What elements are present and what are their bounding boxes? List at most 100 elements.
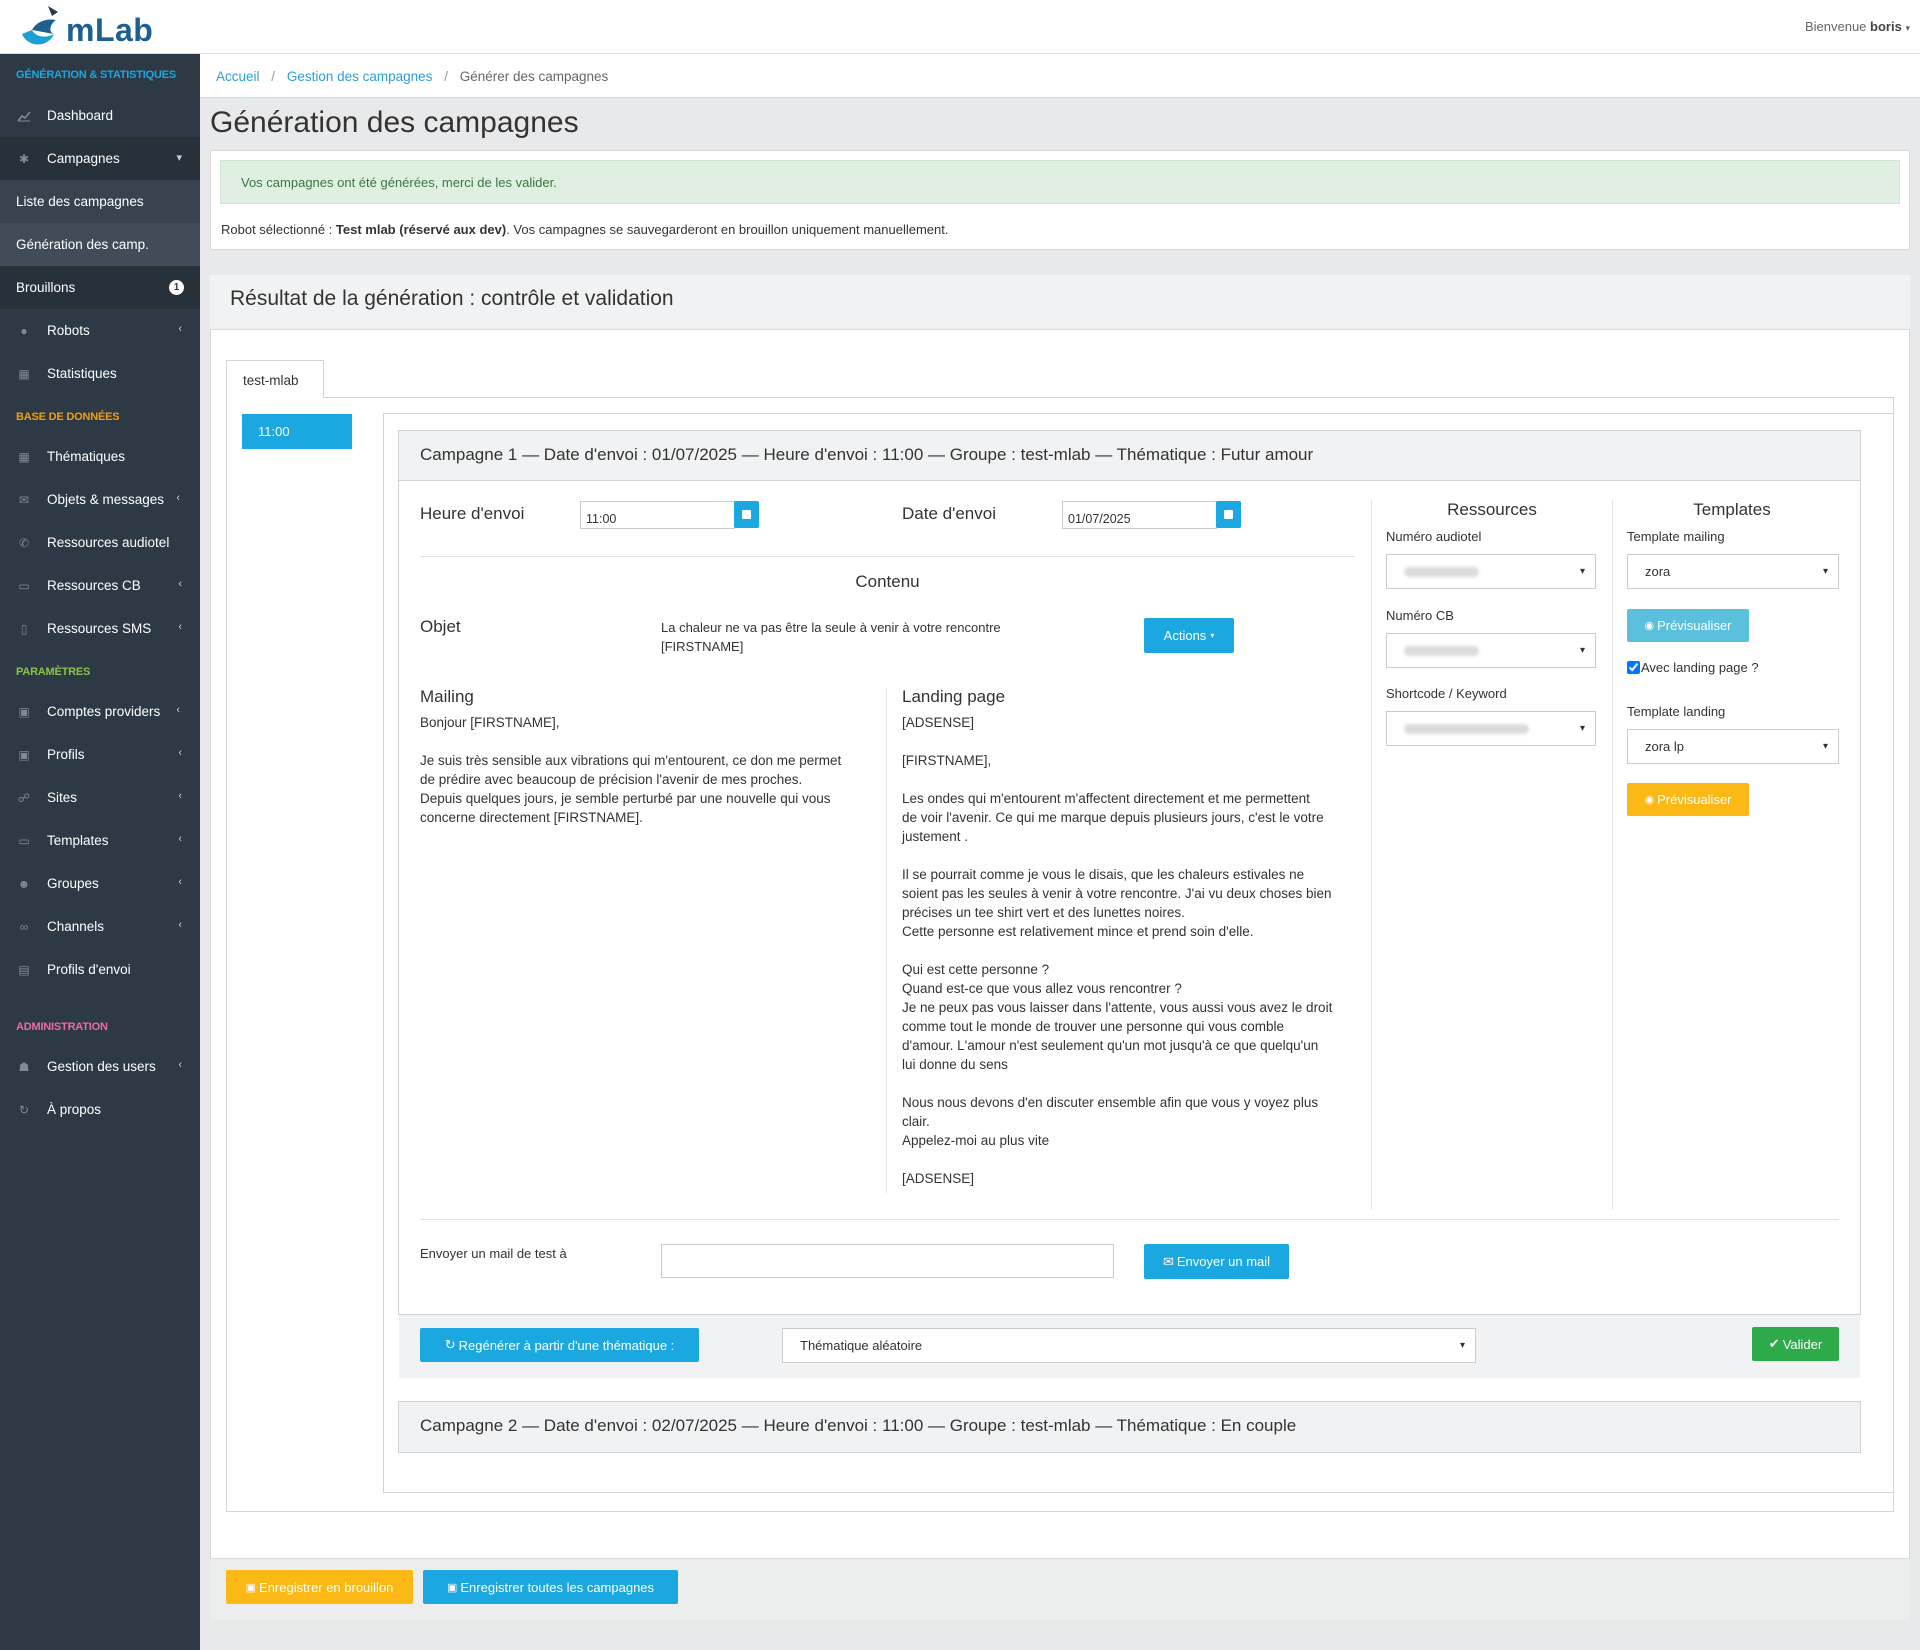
sidebar-item-label: Templates (47, 833, 109, 848)
sidebar-item-dashboard[interactable]: Dashboard (0, 94, 200, 137)
text-line: de prédire avec beaucoup de précision l'… (420, 772, 803, 787)
landing-checkbox[interactable] (1627, 661, 1640, 674)
chevron-left-icon: ‹ (178, 621, 182, 633)
date-envoi-input[interactable] (1062, 501, 1217, 529)
template-landing-label: Template landing (1627, 704, 1726, 719)
sidebar-item-templates[interactable]: ▭ Templates ‹ (0, 819, 200, 862)
robot-name: Test mlab (réservé aux dev) (335, 222, 507, 237)
text-line: clair. (902, 1114, 930, 1129)
sidebar-section-parametres: PARAMÈTRES (16, 666, 91, 678)
ressources-title: Ressources (1447, 500, 1537, 519)
landing-body[interactable]: [ADSENSE] [FIRSTNAME], Les ondes qui m'ent… (902, 713, 1362, 1188)
welcome-text: Bienvenue (1804, 19, 1867, 34)
text-line: Qui est cette personne ? (902, 962, 1050, 977)
campaign-2-header[interactable]: Campagne 2 — Date d'envoi : 02/07/2025 —… (399, 1402, 1860, 1452)
text-line: Quand est-ce que vous allez vous rencont… (902, 981, 1182, 996)
bird-logo-icon (22, 6, 58, 45)
breadcrumb-separator: / (271, 69, 276, 84)
template-landing-value: zora lp (1645, 739, 1685, 754)
objet-line: La chaleur ne va pas être la seule à ven… (661, 620, 1001, 635)
caret-down-icon: ▾ (1210, 631, 1215, 640)
sidebar-item-ressources-cb[interactable]: ▭ Ressources CB ‹ (0, 564, 200, 607)
save-draft-button[interactable]: ▣ Enregistrer en brouillon (226, 1570, 413, 1604)
logo[interactable]: mLab (18, 4, 153, 50)
send-mail-button[interactable]: ✉ Envoyer un mail (1144, 1244, 1289, 1279)
sidebar-item-ressources-audiotel[interactable]: ✆ Ressources audiotel (0, 521, 200, 564)
page-title: Génération des campagnes (210, 106, 579, 139)
breadcrumb-gestion-link[interactable]: Gestion des campagnes (287, 69, 433, 84)
landing-check-label: Avec landing page ? (1641, 660, 1759, 675)
shortcode-select[interactable]: ▾ (1386, 711, 1596, 746)
text-line: concerne directement [FIRSTNAME]. (420, 810, 643, 825)
sidebar-item-liste-campagnes[interactable]: Liste des campagnes (0, 180, 200, 223)
time-slot-1100[interactable]: 11:00 (242, 414, 352, 449)
regenerate-button[interactable]: ↻ Regénérer à partir d'une thématique : (420, 1328, 699, 1362)
text-line (902, 941, 1362, 960)
test-mail-input[interactable] (661, 1244, 1114, 1278)
robot-icon: ● (20, 323, 28, 338)
save-icon: ▣ (245, 1581, 256, 1594)
sidebar-item-label: Channels (47, 919, 105, 934)
sidebar-item-profils-envoi[interactable]: ▤ Profils d'envoi (0, 948, 200, 991)
sidebar-item-brouillons[interactable]: Brouillons 1 (0, 266, 200, 309)
landing-checkbox-row[interactable]: Avec landing page ? (1627, 660, 1759, 675)
breadcrumb-separator: / (444, 69, 448, 84)
preview-mailing-button[interactable]: ◉ Prévisualiser (1627, 609, 1749, 642)
redacted-value (1404, 723, 1529, 734)
sidebar-item-thematiques[interactable]: ▦ Thématiques (0, 435, 200, 478)
sidebar-item-statistiques[interactable]: ▦ Statistiques (0, 352, 200, 395)
template-mailing-select[interactable]: zora ▾ (1627, 554, 1839, 589)
audiotel-select[interactable]: ▾ (1386, 554, 1596, 589)
sidebar-item-campagnes[interactable]: ✱ Campagnes ▾ (0, 137, 200, 180)
sidebar-item-robots[interactable]: ● Robots ‹ (0, 309, 200, 352)
breadcrumb-home-link[interactable]: Accueil (216, 69, 260, 84)
calendar-icon[interactable] (734, 501, 759, 528)
user-menu[interactable]: Bienvenue boris ▾ (1805, 19, 1910, 34)
sidebar-item-label: Robots (47, 323, 90, 338)
text-line (902, 1150, 1362, 1169)
sidebar-item-channels[interactable]: ∞ Channels ‹ (0, 905, 200, 948)
contenu-title: Contenu (855, 572, 920, 591)
sidebar-item-sites[interactable]: ☍ Sites ‹ (0, 776, 200, 819)
sidebar-item-objets-messages[interactable]: ✉ Objets & messages ‹ (0, 478, 200, 521)
text-line (902, 846, 1362, 865)
actions-dropdown-button[interactable]: Actions ▾ (1144, 618, 1234, 653)
validate-label: Valider (1782, 1336, 1823, 1352)
sidebar-item-groupes[interactable]: ☻ Groupes ‹ (0, 862, 200, 905)
templates-title: Templates (1693, 500, 1771, 519)
divider (886, 688, 887, 1193)
sidebar-item-gestion-users[interactable]: ☗ Gestion des users ‹ (0, 1045, 200, 1088)
breadcrumb-current: Générer des campagnes (459, 69, 609, 84)
validate-button[interactable]: ✔ Valider (1752, 1327, 1839, 1361)
sidebar-item-comptes-providers[interactable]: ▣ Comptes providers ‹ (0, 690, 200, 733)
tab-test-mlab[interactable]: test-mlab (226, 360, 324, 398)
cb-select[interactable]: ▾ (1386, 633, 1596, 668)
refresh-icon: ↻ (18, 1102, 30, 1117)
sidebar-item-a-propos[interactable]: ↻ À propos (0, 1088, 200, 1131)
regen-label: Regénérer à partir d'une thématique : (458, 1337, 675, 1353)
sidebar-item-label: Ressources SMS (47, 621, 152, 636)
preview-landing-button[interactable]: ◉ Prévisualiser (1627, 783, 1749, 816)
calendar-icon[interactable] (1216, 501, 1241, 528)
sidebar-item-label: À propos (47, 1102, 102, 1117)
text-line: Je suis très sensible aux vibrations qui… (420, 753, 842, 768)
theme-select[interactable]: Thématique aléatoire ▾ (782, 1328, 1476, 1363)
heure-envoi-input[interactable] (580, 501, 735, 529)
chevron-down-icon: ▾ (1459, 1339, 1465, 1351)
sitemap-icon: ☍ (17, 790, 31, 805)
sidebar-item-profils[interactable]: ▣ Profils ‹ (0, 733, 200, 776)
sidebar-item-ressources-sms[interactable]: ▯ Ressources SMS ‹ (0, 607, 200, 650)
chevron-left-icon: ‹ (178, 578, 182, 590)
objet-text[interactable]: La chaleur ne va pas être la seule à ven… (661, 618, 1001, 656)
username: boris (1870, 19, 1902, 34)
template-landing-select[interactable]: zora lp ▾ (1627, 729, 1839, 764)
sidebar-item-generation[interactable]: Génération des camp. (0, 223, 200, 266)
text-line: comme tout le monde de trouver une perso… (902, 1019, 1284, 1034)
campaign-1-header[interactable]: Campagne 1 — Date d'envoi : 01/07/2025 —… (399, 431, 1860, 481)
mailing-body[interactable]: Bonjour [FIRSTNAME], Je suis très sensibl… (420, 713, 880, 827)
divider (1612, 500, 1613, 1210)
save-all-button[interactable]: ▣ Enregistrer toutes les campagnes (423, 1570, 678, 1604)
redacted-value (1404, 645, 1479, 656)
divider (420, 556, 1355, 557)
link-icon: ∞ (19, 919, 29, 934)
